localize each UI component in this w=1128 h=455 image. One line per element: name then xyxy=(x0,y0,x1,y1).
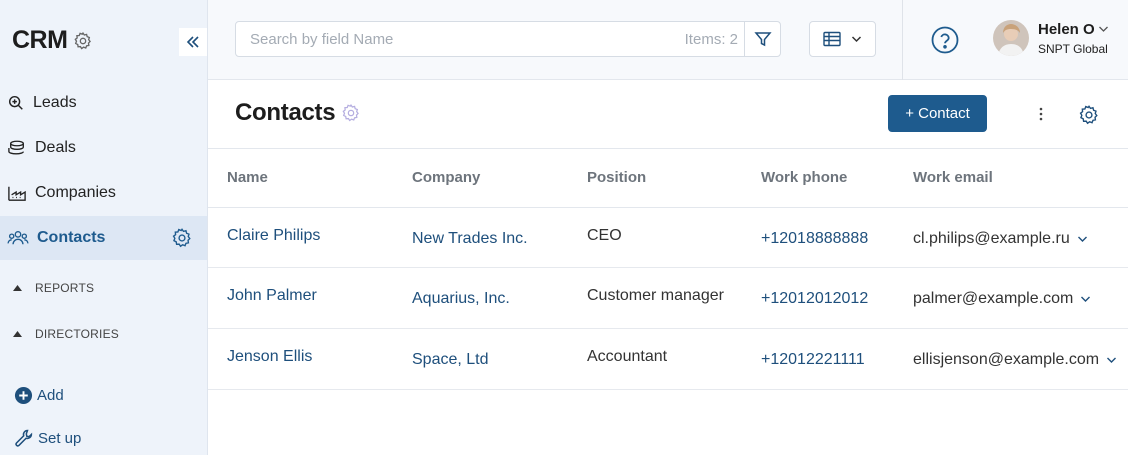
add-contact-button[interactable]: + Contact xyxy=(888,95,987,132)
deals-stack-icon xyxy=(7,139,27,157)
table-row[interactable]: John Palmer Aquarius, Inc. Customer mana… xyxy=(208,268,1128,329)
table-settings-button[interactable] xyxy=(1078,104,1100,126)
contact-name-link[interactable]: Claire Philips xyxy=(227,227,320,245)
view-mode-button[interactable] xyxy=(809,21,876,57)
sidebar: CRM Leads Deals Companies Contacts REPOR… xyxy=(0,0,208,455)
company-link[interactable]: Aquarius, Inc. xyxy=(412,290,510,308)
section-label: DIRECTORIES xyxy=(35,327,119,341)
chevron-down-icon xyxy=(851,36,862,43)
email-text: palmer@example.com xyxy=(913,290,1074,307)
table-view-icon xyxy=(823,31,841,47)
sidebar-item-companies[interactable]: Companies xyxy=(0,171,207,215)
header-divider xyxy=(902,0,903,80)
sidebar-item-label: Deals xyxy=(35,139,76,156)
section-directories[interactable]: DIRECTORIES xyxy=(12,327,119,341)
chevron-down-icon xyxy=(1107,357,1117,363)
company-link[interactable]: New Trades Inc. xyxy=(412,230,528,248)
column-header-work-email[interactable]: Work email xyxy=(913,169,993,186)
email-text: ellisjenson@example.com xyxy=(913,351,1100,368)
page-title-wrap: Contacts xyxy=(235,99,361,127)
items-count: Items: 2 xyxy=(684,30,738,48)
chevron-down-icon xyxy=(1081,296,1091,302)
collapse-sidebar-button[interactable] xyxy=(179,28,207,56)
wrench-icon xyxy=(15,429,33,447)
contact-name-link[interactable]: John Palmer xyxy=(227,287,317,305)
more-options-button[interactable] xyxy=(1031,104,1051,124)
email-cell[interactable]: palmer@example.com xyxy=(913,290,1091,308)
phone-link[interactable]: +12012221111 xyxy=(761,351,865,369)
section-reports[interactable]: REPORTS xyxy=(12,281,94,295)
table-row[interactable]: Jenson Ellis Space, Ltd Accountant +1201… xyxy=(208,329,1128,390)
column-header-company[interactable]: Company xyxy=(412,169,480,186)
gear-icon xyxy=(1079,105,1098,125)
sidebar-item-label: Leads xyxy=(33,94,77,111)
chevron-down-icon xyxy=(1098,26,1108,32)
column-header-position[interactable]: Position xyxy=(587,169,646,186)
triangle-up-icon xyxy=(13,285,22,291)
plus-circle-icon xyxy=(14,386,33,405)
email-cell[interactable]: cl.philips@example.ru xyxy=(913,230,1088,248)
action-label: Add xyxy=(37,387,64,404)
table-row[interactable]: Claire Philips New Trades Inc. CEO +1201… xyxy=(208,207,1128,268)
search-input[interactable] xyxy=(236,22,685,56)
companies-factory-icon xyxy=(7,184,27,202)
phone-link[interactable]: +12018888888 xyxy=(761,230,868,248)
phone-link[interactable]: +12012012012 xyxy=(761,290,868,308)
help-question-icon xyxy=(931,26,959,54)
vertical-dots-icon xyxy=(1039,107,1043,121)
sidebar-setup-button[interactable]: Set up xyxy=(14,428,81,448)
triangle-up-icon xyxy=(13,331,22,337)
sidebar-item-contacts[interactable]: Contacts xyxy=(0,216,207,260)
email-text: cl.philips@example.ru xyxy=(913,230,1070,247)
brand: CRM xyxy=(12,26,93,55)
search-box: Items: 2 xyxy=(235,21,781,57)
user-menu[interactable]: Helen O SNPT Global xyxy=(993,20,1109,56)
section-label: REPORTS xyxy=(35,281,95,295)
contacts-settings-gear-icon[interactable] xyxy=(171,227,193,249)
page-title: Contacts xyxy=(235,99,336,126)
position-text: CEO xyxy=(587,227,622,244)
page-settings-gear-icon[interactable] xyxy=(341,103,361,123)
double-chevron-left-icon xyxy=(186,36,199,48)
user-organization: SNPT Global xyxy=(1038,41,1108,56)
table-top-border xyxy=(208,148,1128,149)
contacts-people-icon xyxy=(7,229,29,247)
sidebar-item-label: Companies xyxy=(35,184,116,201)
user-name: Helen O xyxy=(1038,20,1095,38)
sidebar-item-deals[interactable]: Deals xyxy=(0,126,207,170)
sidebar-item-label: Contacts xyxy=(37,229,106,246)
filter-funnel-icon xyxy=(753,32,772,47)
top-header: Items: 2 Helen O SNPT Global xyxy=(208,0,1128,80)
action-label: Set up xyxy=(38,429,82,447)
help-button[interactable] xyxy=(931,26,959,54)
sidebar-item-leads[interactable]: Leads xyxy=(0,81,207,125)
avatar xyxy=(993,20,1029,56)
position-text: Accountant xyxy=(587,348,668,365)
column-header-work-phone[interactable]: Work phone xyxy=(761,169,847,186)
filter-button[interactable] xyxy=(744,22,780,56)
app-title: CRM xyxy=(12,26,68,54)
email-cell[interactable]: ellisjenson@example.com xyxy=(913,351,1117,369)
contact-name-link[interactable]: Jenson Ellis xyxy=(227,348,312,366)
sidebar-add-button[interactable]: Add xyxy=(14,386,64,405)
company-link[interactable]: Space, Ltd xyxy=(412,351,489,369)
user-name-wrap: Helen O xyxy=(1038,21,1109,38)
position-text: Customer manager xyxy=(587,287,724,304)
leads-search-icon xyxy=(7,94,25,112)
crm-settings-gear-icon[interactable] xyxy=(73,31,93,51)
chevron-down-icon xyxy=(1077,236,1087,242)
column-header-name[interactable]: Name xyxy=(227,169,268,186)
